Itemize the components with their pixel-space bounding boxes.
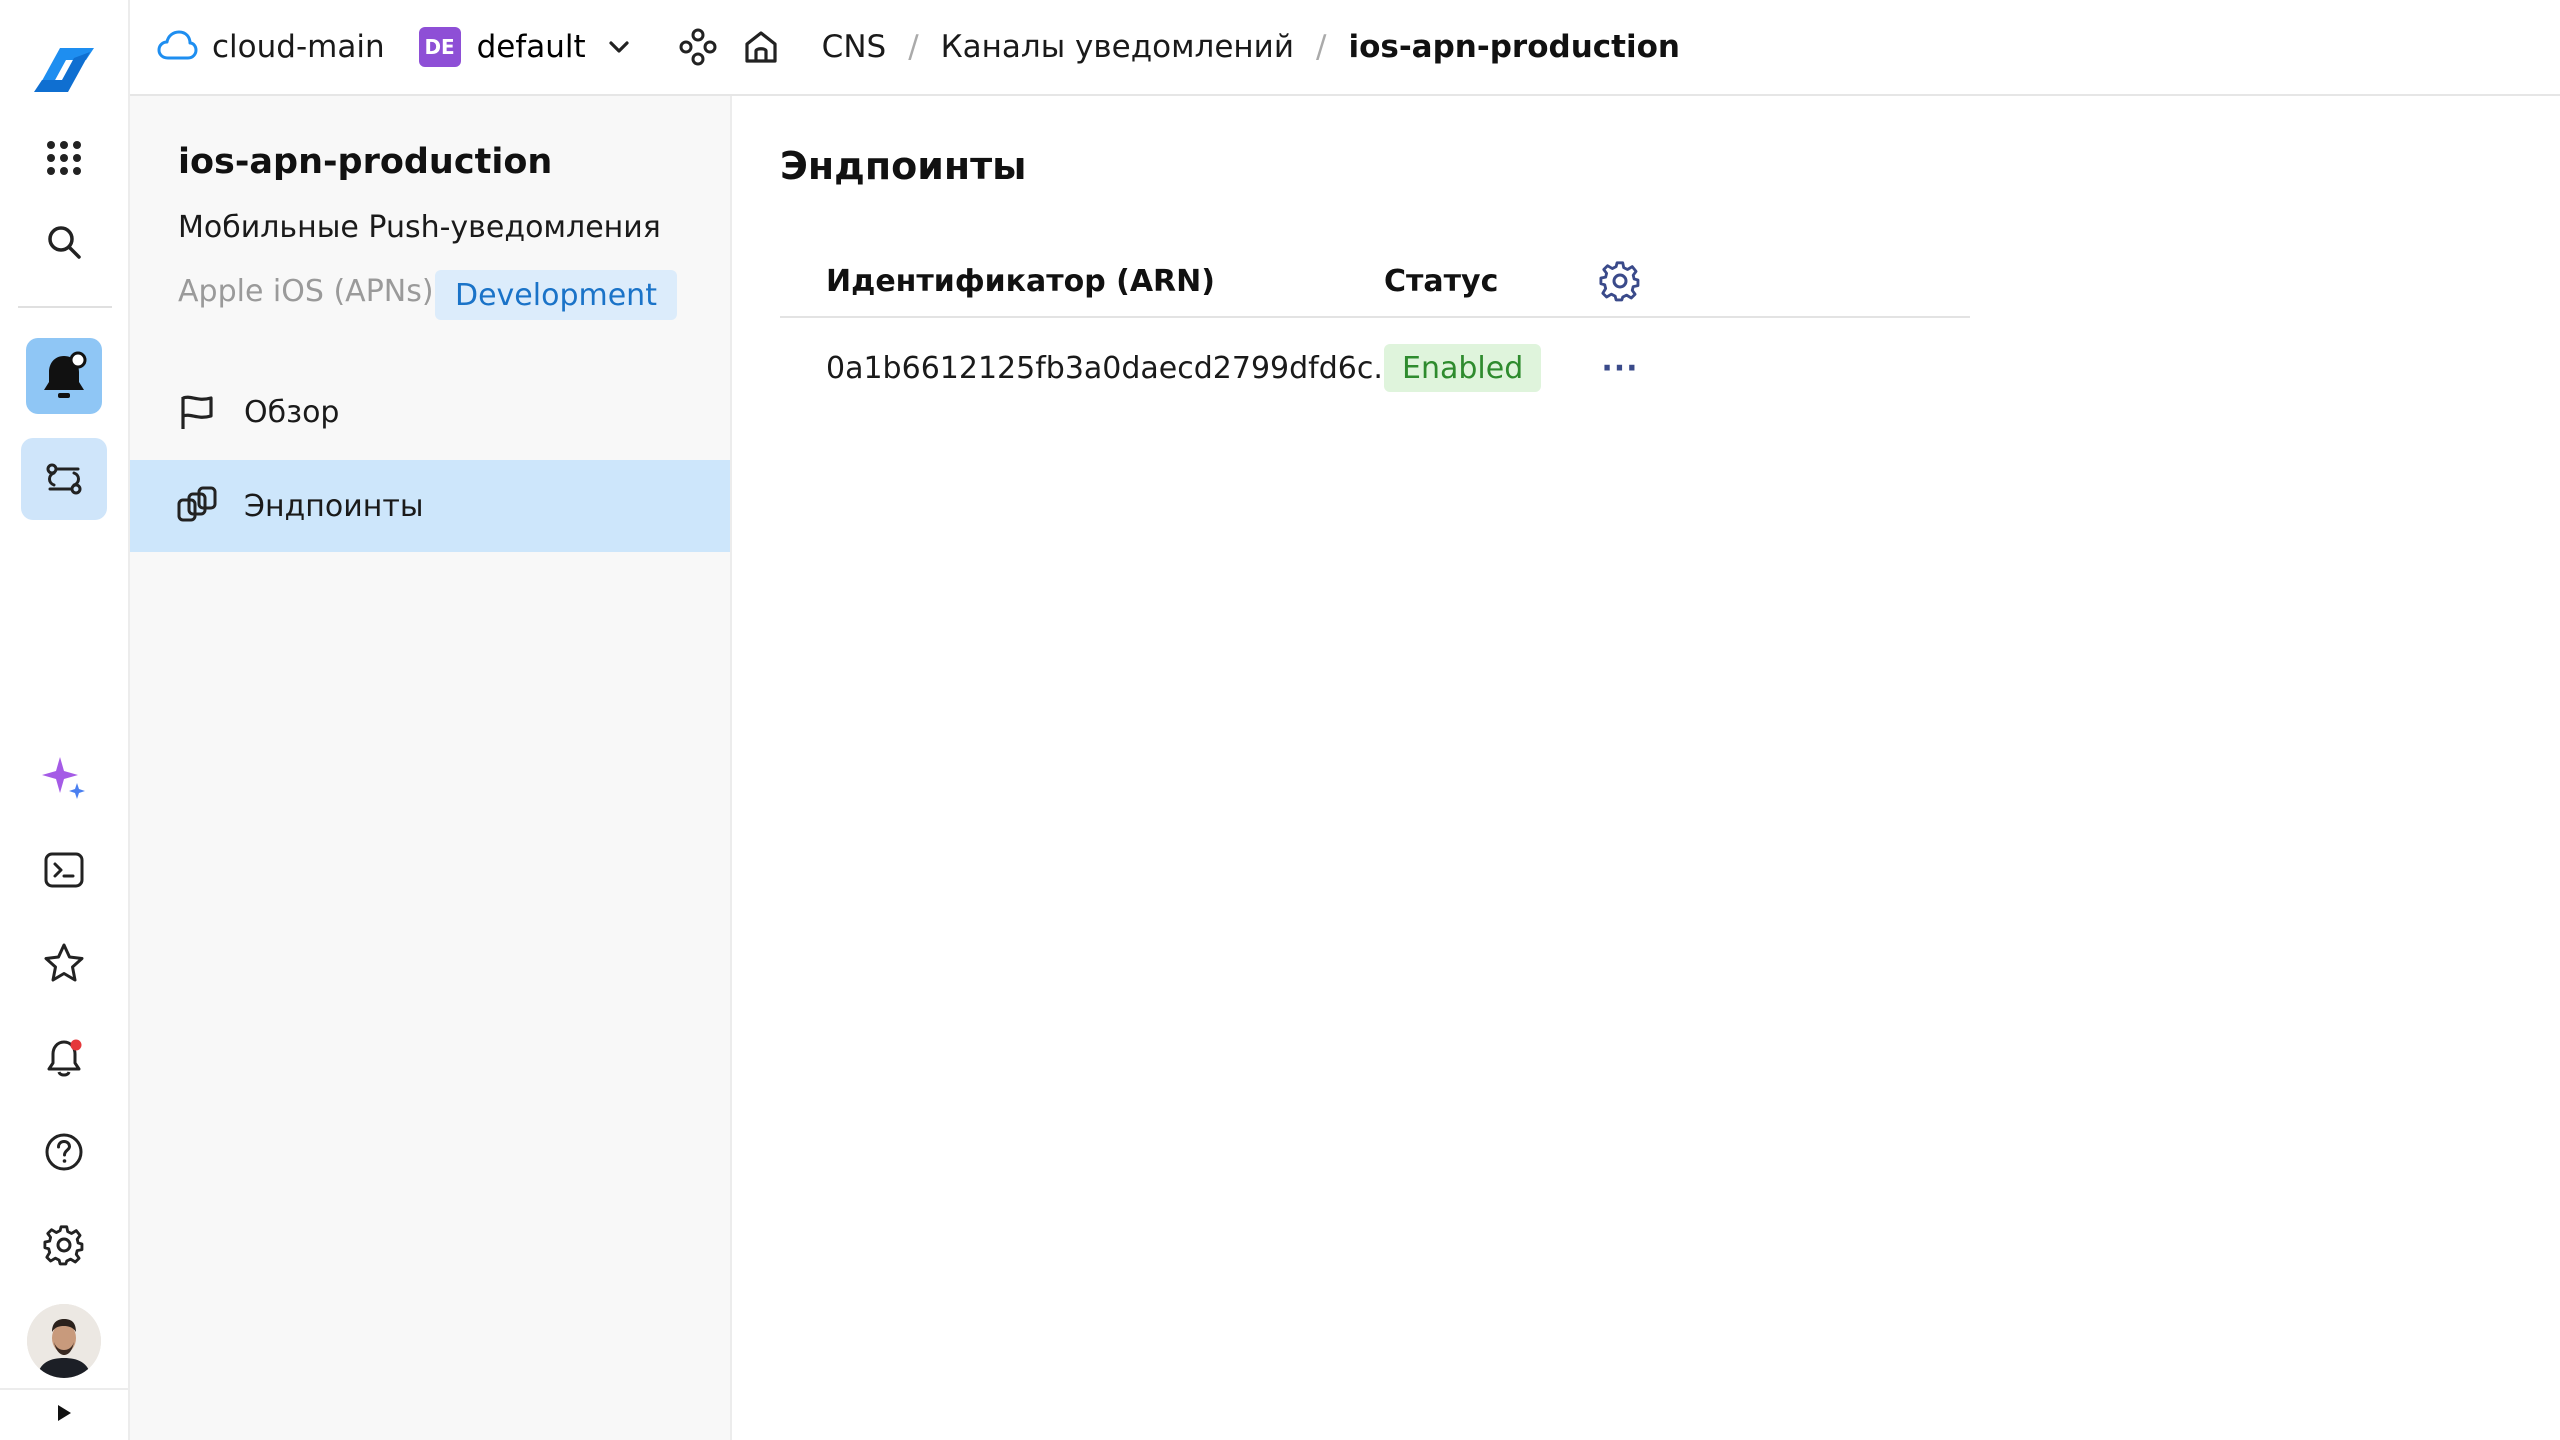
- sidebar-item-label: Обзор: [244, 394, 340, 430]
- search-icon[interactable]: [39, 217, 89, 267]
- rail-divider: [18, 306, 112, 308]
- column-header-status: Статус: [1384, 263, 1499, 299]
- settings-gear-icon[interactable]: [39, 1220, 89, 1270]
- ai-assistant-icon[interactable]: [37, 750, 91, 804]
- expand-rail-icon[interactable]: [49, 1398, 79, 1428]
- all-services-icon[interactable]: [39, 133, 89, 183]
- status-cell: Enabled: [1384, 344, 1580, 392]
- cloud-selector[interactable]: cloud-main: [212, 29, 385, 65]
- breadcrumb-cns[interactable]: CNS: [822, 29, 887, 65]
- sidebar-item-overview[interactable]: Обзор: [130, 366, 730, 458]
- table-header: Идентификатор (ARN) Статус: [780, 246, 1970, 318]
- flag-icon: [174, 389, 220, 435]
- status-badge: Enabled: [1384, 344, 1542, 392]
- data-transfer-service-icon[interactable]: [21, 438, 107, 520]
- notifications-service-icon[interactable]: [26, 338, 102, 414]
- table-settings-gear-icon[interactable]: [1580, 260, 1660, 302]
- row-actions-menu[interactable]: ···: [1580, 351, 1660, 386]
- channel-platform: Apple iOS (APNs): [178, 274, 434, 309]
- column-header-arn: Идентификатор (ARN): [826, 263, 1215, 299]
- table-row[interactable]: 0a1b6612125fb3a0daecd2799dfd6c... Enable…: [780, 318, 1970, 418]
- page-title: Эндпоинты: [780, 144, 1027, 188]
- cloud-logo-icon[interactable]: [24, 30, 104, 110]
- channel-title: ios-apn-production: [178, 142, 553, 182]
- main-content: Эндпоинты Идентификатор (ARN) Статус 0a1…: [732, 96, 2560, 1440]
- environment-badge: Development: [435, 270, 677, 320]
- endpoints-icon: [174, 483, 220, 529]
- user-avatar[interactable]: [27, 1304, 101, 1378]
- channel-type: Мобильные Push-уведомления: [178, 210, 661, 245]
- channel-sidebar: ios-apn-production Мобильные Push-уведом…: [130, 96, 732, 1440]
- notifications-bell-icon[interactable]: [39, 1033, 89, 1083]
- chevron-down-icon[interactable]: [604, 32, 634, 62]
- breadcrumb-separator: /: [908, 29, 919, 65]
- folder-selector[interactable]: default: [477, 29, 586, 65]
- cloud-icon[interactable]: [156, 26, 198, 68]
- top-bar: cloud-main DE default CNS / Каналы уведо…: [130, 0, 2560, 96]
- sidebar-item-label: Эндпоинты: [244, 488, 424, 524]
- endpoint-arn[interactable]: 0a1b6612125fb3a0daecd2799dfd6c...: [780, 351, 1402, 386]
- favorites-star-icon[interactable]: [39, 938, 89, 988]
- breadcrumb-channels[interactable]: Каналы уведомлений: [941, 29, 1294, 65]
- endpoints-table: Идентификатор (ARN) Статус 0a1b6612125fb…: [780, 246, 1970, 418]
- breadcrumb-current: ios-apn-production: [1348, 29, 1680, 65]
- rail-bottom-divider: [0, 1388, 130, 1390]
- help-icon[interactable]: [39, 1127, 89, 1177]
- folder-badge[interactable]: DE: [418, 27, 461, 67]
- more-actions-icon[interactable]: ···: [1601, 351, 1638, 386]
- sidebar-item-endpoints[interactable]: Эндпоинты: [130, 460, 730, 552]
- terminal-icon[interactable]: [39, 845, 89, 895]
- global-nav-rail: [0, 0, 130, 1440]
- breadcrumb-separator: /: [1315, 29, 1327, 65]
- home-icon[interactable]: [742, 27, 782, 67]
- resource-graph-icon[interactable]: [678, 27, 718, 67]
